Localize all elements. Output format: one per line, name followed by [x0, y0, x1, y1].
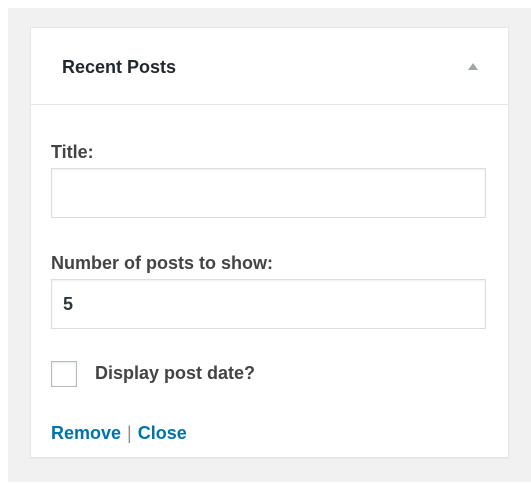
- title-input[interactable]: [51, 168, 486, 218]
- widget-toggle-button[interactable]: [448, 28, 508, 104]
- widget-actions: Remove | Close: [51, 423, 187, 444]
- triangle-up-icon: [468, 63, 478, 70]
- title-field-label: Title:: [51, 142, 94, 162]
- widget-title: Recent Posts: [62, 57, 177, 77]
- remove-link[interactable]: Remove: [51, 423, 121, 443]
- number-of-posts-label: Number of posts to show:: [51, 253, 273, 273]
- close-link[interactable]: Close: [138, 423, 187, 443]
- display-post-date-checkbox[interactable]: [51, 361, 77, 387]
- display-post-date-label[interactable]: Display post date?: [95, 363, 255, 384]
- recent-posts-widget: Recent Posts Title: Number of posts to s…: [30, 27, 509, 458]
- widget-header[interactable]: Recent Posts: [31, 28, 508, 105]
- number-of-posts-input[interactable]: [51, 279, 486, 329]
- actions-separator: |: [127, 423, 132, 443]
